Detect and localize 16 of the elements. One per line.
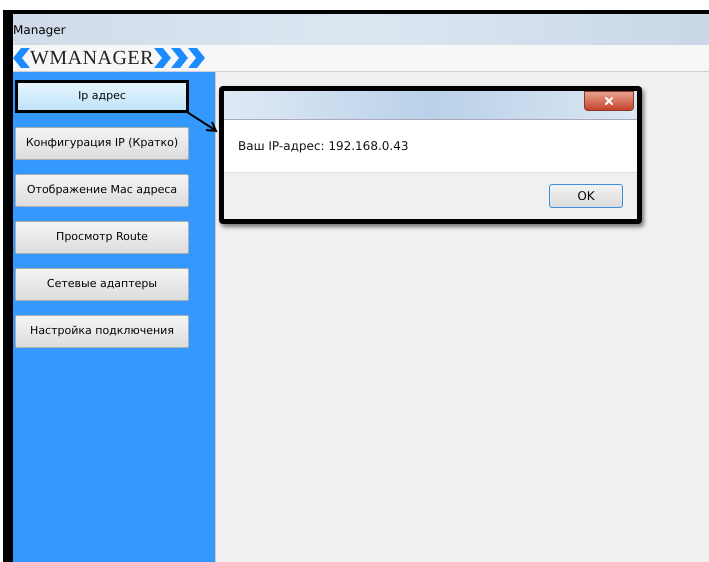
close-button[interactable] <box>584 91 634 111</box>
chevron-left-icon <box>13 48 30 68</box>
close-icon <box>603 95 615 107</box>
sidebar-button[interactable]: Отображение Mac адреса <box>15 174 189 207</box>
ok-button[interactable]: OK <box>549 184 623 208</box>
sidebar-button[interactable]: Настройка подключения <box>15 315 189 348</box>
dialog-message: Ваш IP-адрес: 192.168.0.43 <box>238 138 408 155</box>
logo-text: WMANAGER <box>30 48 154 68</box>
sidebar-button[interactable]: Сетевые адаптеры <box>15 268 189 301</box>
window-title: Manager <box>13 22 66 38</box>
sidebar-button[interactable]: Ip адрес <box>15 80 189 113</box>
sidebar-button[interactable]: Просмотр Route <box>15 221 189 254</box>
sidebar-button[interactable]: Конфигурация IP (Кратко) <box>15 127 189 160</box>
chevron-right-icon <box>154 48 171 68</box>
chevron-right-icon <box>171 48 188 68</box>
chevron-right-icon <box>188 48 205 68</box>
